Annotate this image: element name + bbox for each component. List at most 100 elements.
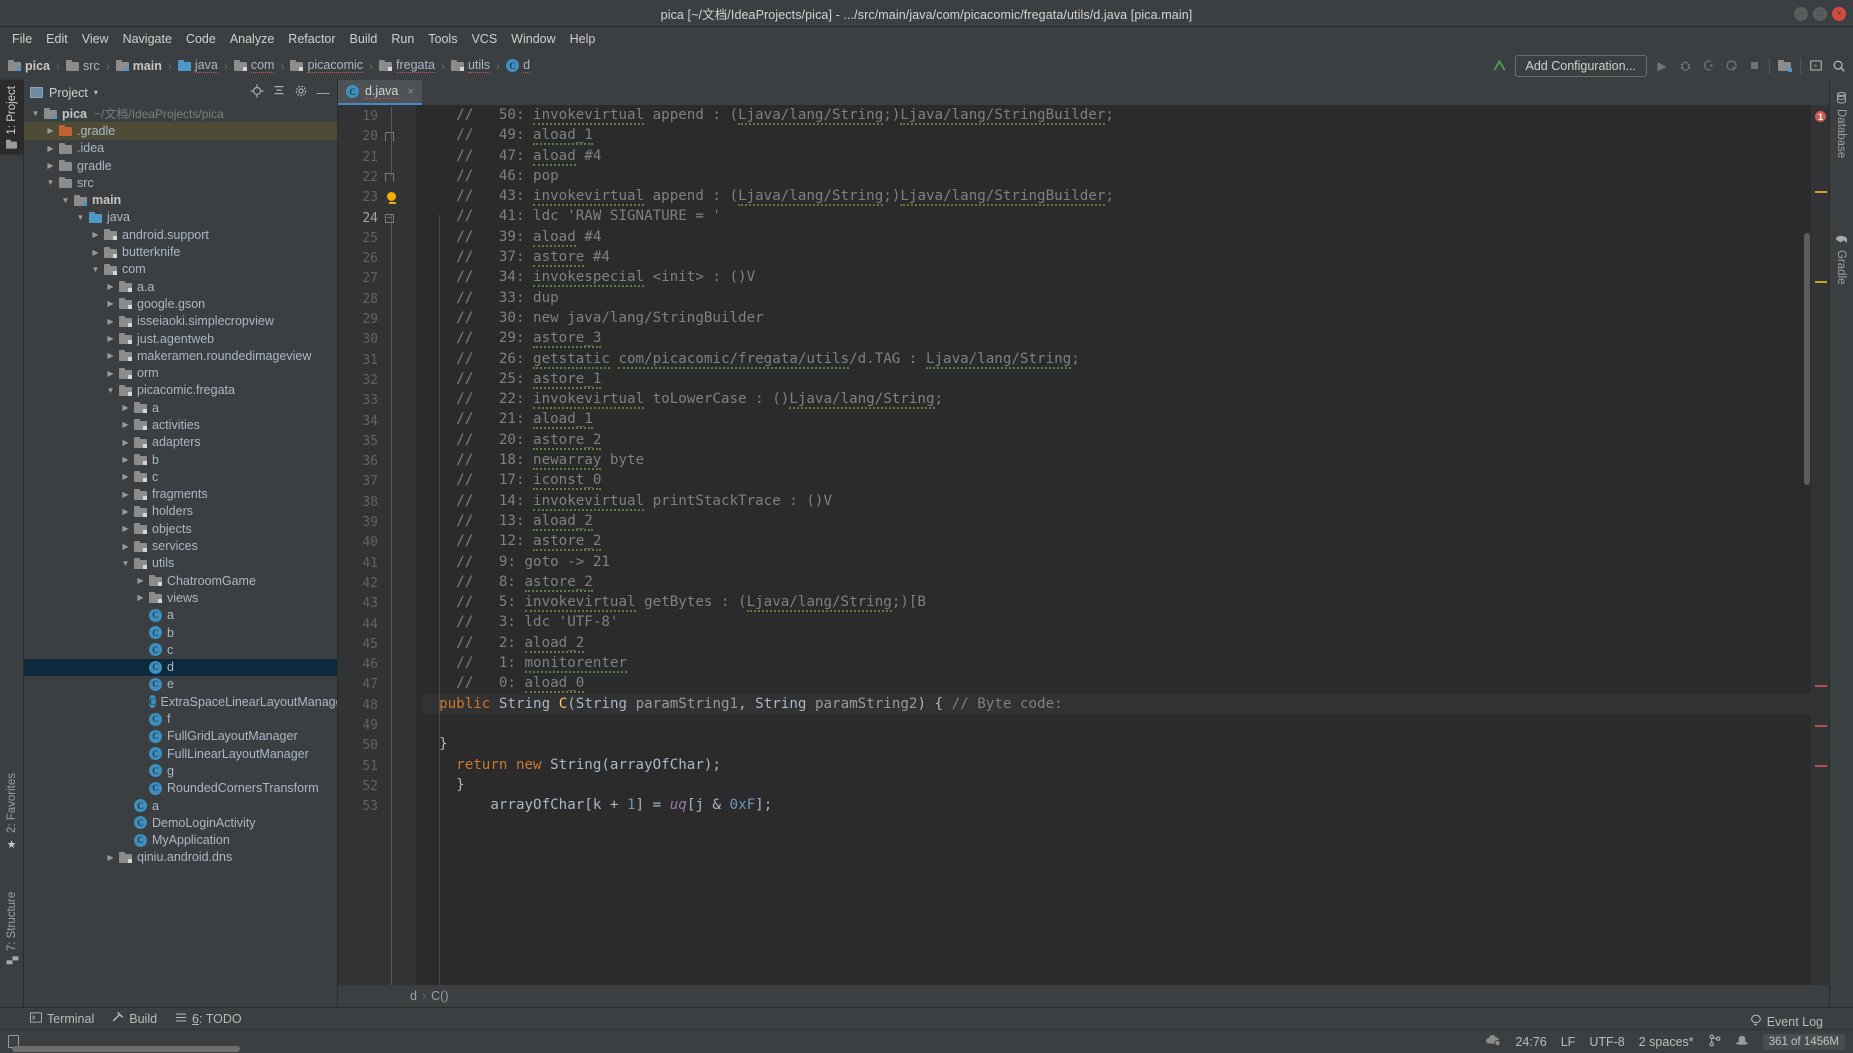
chevron-right-icon[interactable]: ▶	[105, 368, 116, 379]
line-separator[interactable]: LF	[1561, 1035, 1576, 1049]
code-line[interactable]: }	[422, 734, 1811, 754]
tree-node-DemoLoginActivity[interactable]: C DemoLoginActivity	[24, 814, 337, 831]
breadcrumb-item-pica[interactable]: pica	[6, 58, 52, 74]
breadcrumb-item-picacomic[interactable]: picacomic	[288, 57, 365, 74]
close-button[interactable]: ×	[1832, 6, 1846, 21]
tree-node-just-agentweb[interactable]: ▶ just.agentweb	[24, 330, 337, 347]
code-line[interactable]: // 26: getstatic com/picacomic/fregata/u…	[422, 349, 1811, 369]
hide-panel-icon[interactable]: —	[315, 85, 331, 100]
indent-setting[interactable]: 2 spaces*	[1639, 1035, 1694, 1049]
tree-node-FullLinearLayoutManager[interactable]: C FullLinearLayoutManager	[24, 745, 337, 762]
code-line[interactable]: // 21: aload_1	[422, 409, 1811, 430]
chevron-right-icon[interactable]: ▶	[135, 592, 146, 603]
tree-node-a-a[interactable]: ▶ a.a	[24, 278, 337, 295]
breadcrumb-item-fregata[interactable]: fregata	[377, 57, 437, 74]
chevron-right-icon[interactable]: ▶	[120, 437, 131, 448]
tree-node-butterknife[interactable]: ▶ butterknife	[24, 243, 337, 260]
tree-node-a[interactable]: Ca	[24, 607, 337, 624]
tree-node-main[interactable]: ▼ main	[24, 191, 337, 208]
tree-node-adapters[interactable]: ▶ adapters	[24, 434, 337, 451]
error-marker[interactable]	[1815, 765, 1827, 767]
collapse-all-icon[interactable]	[271, 84, 287, 101]
tree-node-ExtraSpaceLinearLayoutManager[interactable]: C ExtraSpaceLinearLayoutManager	[24, 693, 337, 710]
code-line[interactable]: public String C(String paramString1, Str…	[422, 693, 1811, 714]
sidebar-item-project[interactable]: 1: Project	[0, 80, 24, 155]
breadcrumb-item-d[interactable]: Cd	[504, 57, 532, 74]
tree-node-src[interactable]: ▼ src	[24, 174, 337, 191]
tree-node-a[interactable]: ▶ a	[24, 399, 337, 416]
scrollbar-thumb-vertical[interactable]	[1804, 233, 1810, 485]
code-line[interactable]: // 25: astore_1	[422, 369, 1811, 389]
chevron-right-icon[interactable]: ▶	[105, 333, 116, 344]
code-line[interactable]: // 13: aload_2	[422, 511, 1811, 531]
breadcrumb-class[interactable]: d	[410, 989, 417, 1003]
code-line[interactable]: }	[422, 775, 1811, 795]
warning-marker[interactable]	[1815, 281, 1827, 283]
tree-node-gradle[interactable]: ▶ gradle	[24, 157, 337, 174]
chevron-right-icon[interactable]: ▶	[90, 229, 101, 240]
menu-item-view[interactable]: View	[75, 29, 116, 49]
bottom-tab-build[interactable]: Build	[112, 1011, 157, 1026]
project-tree[interactable]: ▼ pica ~/文档/IdeaProjects/pica ▶ .gradle ▶ .ide…	[24, 105, 337, 1007]
run-coverage-icon[interactable]	[1700, 58, 1716, 74]
breadcrumb-item-src[interactable]: src	[64, 58, 102, 74]
chevron-right-icon[interactable]: ▶	[105, 350, 116, 361]
chevron-right-icon[interactable]: ▶	[105, 852, 116, 863]
inspection-hat-icon[interactable]	[1735, 1034, 1749, 1050]
tree-node-isseiaoki-simplecropview[interactable]: ▶ isseiaoki.simplecropview	[24, 313, 337, 330]
stop-icon[interactable]	[1746, 58, 1762, 74]
tree-node-google-gson[interactable]: ▶ google.gson	[24, 295, 337, 312]
code-line[interactable]: // 22: invokevirtual toLowerCase : ()Lja…	[422, 389, 1811, 410]
breadcrumb-item-main[interactable]: main	[114, 58, 164, 74]
code-line[interactable]: // 8: astore_2	[422, 572, 1811, 592]
code-line[interactable]: // 30: new java/lang/StringBuilder	[422, 308, 1811, 328]
chevron-right-icon[interactable]: ▶	[120, 489, 131, 500]
code-text[interactable]: // 50: invokevirtual append : (Ljava/lan…	[416, 105, 1811, 985]
error-marker[interactable]	[1815, 725, 1827, 727]
bottom-tab-terminal[interactable]: Terminal	[30, 1012, 94, 1026]
event-log-button[interactable]: Event Log	[1750, 1014, 1823, 1029]
minimize-button[interactable]: –	[1794, 6, 1808, 21]
chevron-right-icon[interactable]: ▶	[45, 160, 56, 171]
code-line[interactable]: // 17: iconst_0	[422, 470, 1811, 491]
chevron-right-icon[interactable]: ▶	[45, 125, 56, 136]
vcs-update-icon[interactable]	[1492, 58, 1508, 74]
tree-node-RoundedCornersTransform[interactable]: C RoundedCornersTransform	[24, 780, 337, 797]
sidebar-item-structure[interactable]: ▚ 7: Structure	[0, 886, 24, 969]
tree-node-android-support[interactable]: ▶ android.support	[24, 226, 337, 243]
chevron-right-icon[interactable]: ▶	[120, 506, 131, 517]
menu-item-build[interactable]: Build	[343, 29, 385, 49]
sidebar-item-favorites[interactable]: ★ 2: Favorites	[0, 767, 24, 857]
menu-item-navigate[interactable]: Navigate	[116, 29, 179, 49]
scrollbar-thumb[interactable]	[12, 1046, 240, 1052]
code-line[interactable]: // 33: dup	[422, 288, 1811, 308]
chevron-right-icon[interactable]: ▶	[120, 419, 131, 430]
menu-item-analyze[interactable]: Analyze	[223, 29, 281, 49]
code-line[interactable]: // 5: invokevirtual getBytes : (Ljava/la…	[422, 592, 1811, 613]
code-line[interactable]: // 50: invokevirtual append : (Ljava/lan…	[422, 105, 1811, 125]
tree-node-views[interactable]: ▶ views	[24, 589, 337, 606]
tree-node-a[interactable]: Ca	[24, 797, 337, 814]
tree-node-services[interactable]: ▶ services	[24, 537, 337, 554]
project-structure-icon[interactable]	[1777, 58, 1793, 74]
chevron-right-icon[interactable]: ▶	[120, 402, 131, 413]
code-line[interactable]: // 47: aload #4	[422, 146, 1811, 166]
code-line[interactable]: // 39: aload #4	[422, 227, 1811, 247]
tree-node-qiniu-android-dns[interactable]: ▶ qiniu.android.dns	[24, 849, 337, 866]
breadcrumb-item-com[interactable]: com	[232, 57, 277, 74]
chevron-right-icon[interactable]: ▶	[105, 298, 116, 309]
menu-item-vcs[interactable]: VCS	[464, 29, 504, 49]
tree-node-fragments[interactable]: ▶ fragments	[24, 486, 337, 503]
chevron-right-icon[interactable]: ▶	[105, 281, 116, 292]
breadcrumb-method[interactable]: C()	[431, 989, 448, 1003]
file-encoding[interactable]: UTF-8	[1589, 1035, 1624, 1049]
chevron-down-icon[interactable]: ▼	[120, 558, 131, 569]
tree-node-java[interactable]: ▼ java	[24, 209, 337, 226]
intention-bulb-icon[interactable]	[386, 192, 398, 205]
menu-item-help[interactable]: Help	[563, 29, 603, 49]
chevron-down-icon[interactable]: ▼	[105, 385, 116, 396]
tree-node--idea[interactable]: ▶ .idea	[24, 140, 337, 157]
sidebar-item-database[interactable]: Database	[1829, 86, 1853, 164]
chevron-down-icon[interactable]: ▼	[60, 195, 71, 206]
tree-node-b[interactable]: ▶ b	[24, 451, 337, 468]
